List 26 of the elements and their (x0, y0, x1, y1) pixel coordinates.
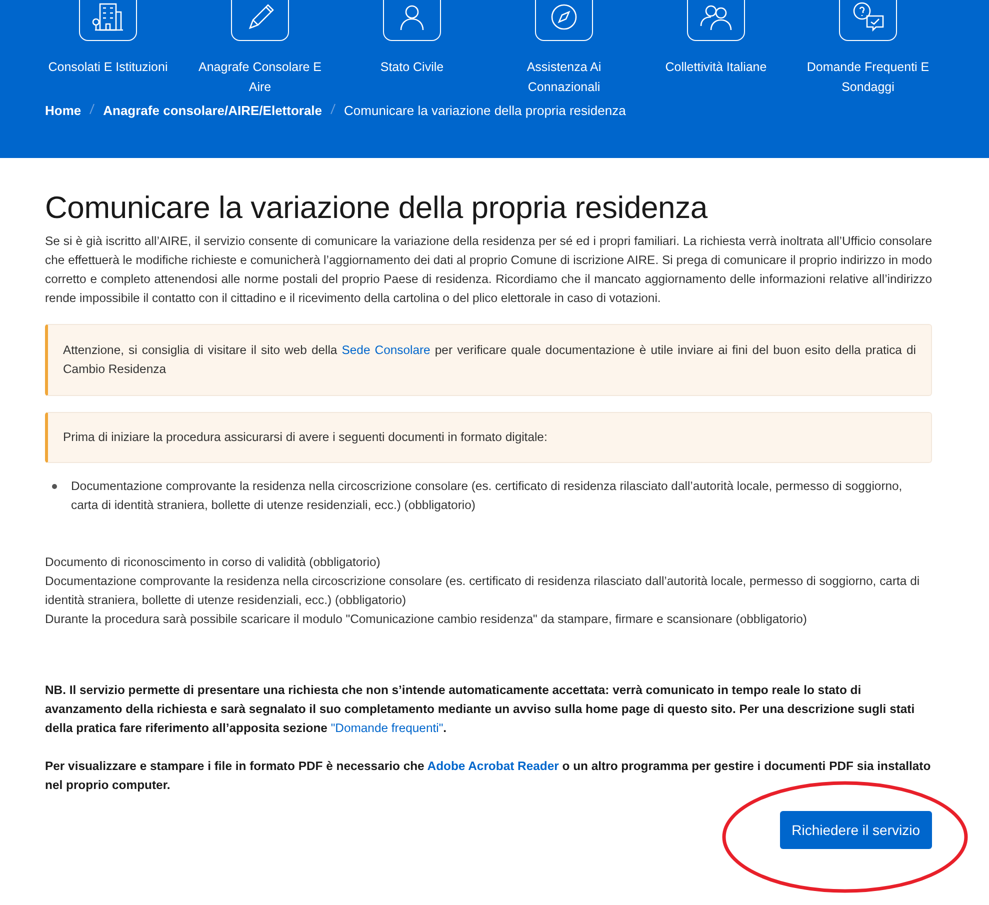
breadcrumb-current: Comunicare la variazione della propria residenza (344, 103, 626, 118)
nav-item[interactable]: Stato Civile (336, 0, 488, 97)
request-service-button[interactable]: Richiedere il servizio (780, 811, 932, 849)
alert-text: Attenzione, si consiglia di visitare il sito web della Sede Consolare per verificare quale documentazione è utile inviare ai fini del buon esito della pratica di Cambio Residenza (63, 342, 916, 378)
breadcrumb-link[interactable]: Anagrafe consolare/AIRE/Elettorale (103, 103, 322, 118)
link[interactable]: "Domande frequenti" (330, 721, 444, 735)
link[interactable]: Sede Consolare (342, 343, 430, 357)
page-title: Comunicare la variazione della propria residenza (45, 190, 709, 226)
nav-item[interactable]: Anagrafe Consolare E Aire (184, 0, 336, 97)
alert-text: Prima di iniziare la procedura assicurarsi di avere i seguenti documenti in formato digitale: (63, 429, 548, 446)
breadcrumb-link[interactable]: Home (45, 103, 82, 118)
intro-paragraph: Se si è già iscritto all’AIRE, il servizio consente di comunicare la variazione della residenza per sé ed i propri familiari. La richiesta verrà inoltrata all’Ufficio consolare che effettuerà le modifiche richieste e comunicherà l’aggiornamento dei dati al proprio Comune di iscrizione AIRE. Si prega di comunicare il proprio indirizzo in modo corretto e completo attenendosi alle norme postali del proprio Paese di residenza. Ricordiamo che il mancato aggiornamento delle informazioni relative all’indirizzo rende impossibile il contatto con il cittadino e il ricevimento della cartolina o del plico elettorale in caso di votazioni. (45, 233, 932, 307)
nav-item[interactable]: Domande Frequenti E Sondaggi (792, 0, 944, 97)
compass-icon (549, 2, 579, 32)
link[interactable]: Adobe Acrobat Reader (427, 759, 559, 773)
list-item: Documentazione comprovante la residenza nella circoscrizione consolare (es. certificato di residenza rilasciato dall’autorità locale, permesso di soggiorno, carta di identità straniera, bollette di utenze residenziali, ecc.) (obbligatorio) (71, 479, 902, 512)
note-paragraph: NB. Il servizio permette di presentare una richiesta che non s’intende automaticamente accettata: verrà comunicato in tempo reale lo stato di avanzamento della richiesta e sarà segnalato il suo completamento mediante un avviso sulla home page di questo sito. Per una descrizione sugli stati della pratica fare riferimento all’apposita sezione "Domande frequenti". (45, 682, 916, 737)
building-icon (91, 2, 125, 32)
note-paragraph: Per visualizzare e stampare i file in formato PDF è necessario che Adobe Acrobat Reader o un altro programma per gestire i documenti PDF sia installato nel proprio computer. (45, 758, 932, 794)
document-line: Documentazione comprovante la residenza nella circoscrizione consolare (es. certificato di residenza rilasciato dall’autorità locale, permesso di soggiorno, carta di identità straniera, bollette di utenze residenziali, ecc.) (obbligatorio) (45, 573, 921, 609)
document-line: Durante la procedura sarà possibile scaricare il modulo "Comunicazione cambio residenza" da stampare, firmare e scansionare (obbligatorio) (45, 611, 808, 628)
nav-item[interactable]: Consolati E Istituzioni (32, 0, 184, 97)
document-line: Documento di riconoscimento in corso di validità (obbligatorio) (45, 554, 382, 571)
nav-item[interactable]: Collettività Italiane (640, 0, 792, 97)
nav-item[interactable]: Assistenza Ai Connazionali (488, 0, 640, 97)
bullet-icon (52, 484, 57, 489)
